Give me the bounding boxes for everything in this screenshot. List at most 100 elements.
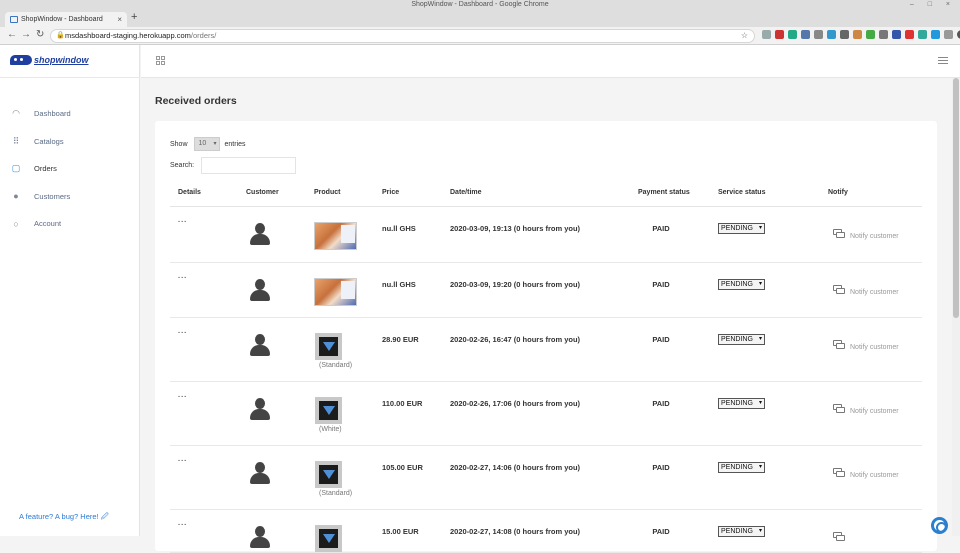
customer-avatar-icon[interactable]: [250, 525, 270, 548]
notify-customer-button[interactable]: Notify customer: [828, 263, 922, 296]
sidebar-item-account[interactable]: ○ Account: [0, 210, 140, 238]
brand-logo[interactable]: shopwindow: [10, 53, 89, 67]
extension-icon[interactable]: [879, 30, 888, 39]
product-variant: (White): [319, 425, 342, 433]
details-link[interactable]: ...: [178, 263, 238, 280]
tab-strip: ShopWindow - Dashboard × +: [0, 10, 960, 27]
sidebar-item-orders[interactable]: ▢ Orders: [0, 155, 140, 183]
extension-icon[interactable]: [905, 30, 914, 39]
notify-customer-button[interactable]: Notify customer: [828, 382, 922, 415]
sidebar-item-customers[interactable]: ● Customers: [0, 183, 140, 211]
window-title: ShopWindow - Dashboard - Google Chrome: [411, 1, 549, 8]
url-host: msdashboard-staging.herokuapp.com: [65, 31, 191, 40]
chat-bubbles-icon: [833, 403, 846, 415]
product-thumbnail[interactable]: [315, 332, 342, 360]
hamburger-menu-icon[interactable]: [938, 57, 948, 66]
search-input[interactable]: [201, 157, 297, 174]
apps-grid-icon[interactable]: [156, 56, 165, 65]
extension-icon[interactable]: [892, 30, 901, 39]
page-scrollbar[interactable]: [952, 78, 960, 536]
column-header-product[interactable]: Product: [306, 179, 374, 207]
chat-bubbles-icon: [833, 228, 846, 240]
table-row: ... nu.ll GHS 2020-03-09, 19:13 (0 hours…: [170, 206, 922, 263]
tab-close-icon[interactable]: ×: [117, 12, 122, 27]
customer-avatar-icon[interactable]: [250, 278, 270, 301]
customer-avatar-icon[interactable]: [250, 222, 270, 245]
column-header-details[interactable]: Details: [170, 179, 238, 207]
notify-customer-button[interactable]: Notify customer: [828, 446, 922, 479]
customer-avatar-icon[interactable]: [250, 333, 270, 356]
column-header-payment-status[interactable]: Payment status: [630, 179, 710, 207]
service-status-select[interactable]: PENDING: [718, 461, 765, 473]
sidebar-item-label: Orders: [34, 164, 57, 174]
column-header-customer[interactable]: Customer: [238, 179, 306, 207]
product-thumbnail[interactable]: [314, 277, 357, 306]
window-controls[interactable]: – □ ×: [910, 0, 956, 10]
column-header-price[interactable]: Price: [374, 179, 442, 207]
extension-icon[interactable]: [827, 30, 836, 39]
sidebar-item-label: Account: [34, 219, 62, 229]
extension-icon[interactable]: [775, 30, 784, 39]
service-status-select[interactable]: PENDING: [718, 333, 765, 345]
scrollbar-thumb[interactable]: [953, 78, 959, 318]
column-header-datetime[interactable]: Date/time: [442, 179, 630, 207]
page-size-select[interactable]: 10: [193, 137, 220, 151]
details-link[interactable]: ...: [178, 510, 238, 527]
user-icon: ●: [13, 191, 19, 202]
box-icon: ▢: [11, 163, 21, 174]
extension-icon[interactable]: [814, 30, 823, 39]
bookmark-star-icon[interactable]: ☆: [741, 30, 748, 42]
product-thumbnail[interactable]: [315, 396, 342, 424]
sidebar-item-label: Customers: [34, 191, 71, 201]
sidebar-item-catalogs[interactable]: ⠿ Catalogs: [0, 128, 140, 156]
details-link[interactable]: ...: [178, 446, 238, 463]
extension-icon[interactable]: [762, 30, 771, 39]
chat-bubbles-icon: [833, 339, 846, 351]
product-thumbnail[interactable]: [315, 460, 342, 488]
customer-avatar-icon[interactable]: [250, 397, 270, 420]
reload-icon[interactable]: ↻: [36, 29, 44, 40]
service-status-select[interactable]: PENDING: [718, 278, 765, 290]
address-bar[interactable]: 🔒 msdashboard-staging.herokuapp.com/orde…: [50, 29, 755, 43]
notify-customer-button[interactable]: Notify customer: [828, 207, 922, 240]
help-lifebuoy-icon[interactable]: [931, 517, 948, 534]
feedback-link[interactable]: A feature? A bug? Here! 🖉: [19, 511, 109, 524]
payment-status: PAID: [652, 462, 670, 472]
service-status-select[interactable]: PENDING: [718, 397, 765, 409]
new-tab-button[interactable]: +: [131, 11, 137, 23]
details-link[interactable]: ...: [178, 382, 238, 399]
top-bar: [141, 45, 960, 78]
product-thumbnail[interactable]: [314, 221, 357, 250]
column-header-notify[interactable]: Notify: [820, 179, 922, 207]
extension-icon[interactable]: [918, 30, 927, 39]
order-datetime: 2020-02-27, 14:08 (0 hours from you): [450, 526, 581, 536]
extension-icon[interactable]: [788, 30, 797, 39]
product-thumbnail[interactable]: [315, 524, 342, 552]
details-link[interactable]: ...: [178, 207, 238, 224]
sidebar-item-label: Dashboard: [34, 109, 71, 119]
order-price: 110.00 EUR: [382, 398, 423, 408]
page-size-control: Show 10 entries: [170, 137, 246, 151]
sidebar-item-dashboard[interactable]: ◠ Dashboard: [0, 100, 140, 128]
forward-icon[interactable]: →: [21, 29, 31, 40]
column-header-service-status[interactable]: Service status: [710, 179, 820, 207]
service-status-select[interactable]: PENDING: [718, 222, 765, 234]
extension-icon[interactable]: [944, 30, 953, 39]
extension-icon[interactable]: [853, 30, 862, 39]
browser-tab[interactable]: ShopWindow - Dashboard ×: [5, 12, 127, 27]
main-content: Received orders Show 10 entries Search: …: [141, 78, 953, 553]
extension-icon[interactable]: [840, 30, 849, 39]
notify-customer-button[interactable]: [828, 510, 922, 543]
extension-icon[interactable]: [931, 30, 940, 39]
customer-avatar-icon[interactable]: [250, 461, 270, 484]
extension-icon[interactable]: [866, 30, 875, 39]
details-link[interactable]: ...: [178, 318, 238, 335]
extension-icon[interactable]: [801, 30, 810, 39]
sitemap-icon: ⠿: [12, 135, 20, 146]
orders-card: Show 10 entries Search: Details Customer…: [155, 121, 937, 553]
order-price: 105.00 EUR: [382, 462, 423, 472]
table-row: ... (Standard) 28.90 EUR 2020-02-26, 16:…: [170, 317, 922, 382]
notify-customer-button[interactable]: Notify customer: [828, 318, 922, 351]
back-icon[interactable]: ←: [7, 29, 17, 40]
service-status-select[interactable]: PENDING: [718, 525, 765, 537]
